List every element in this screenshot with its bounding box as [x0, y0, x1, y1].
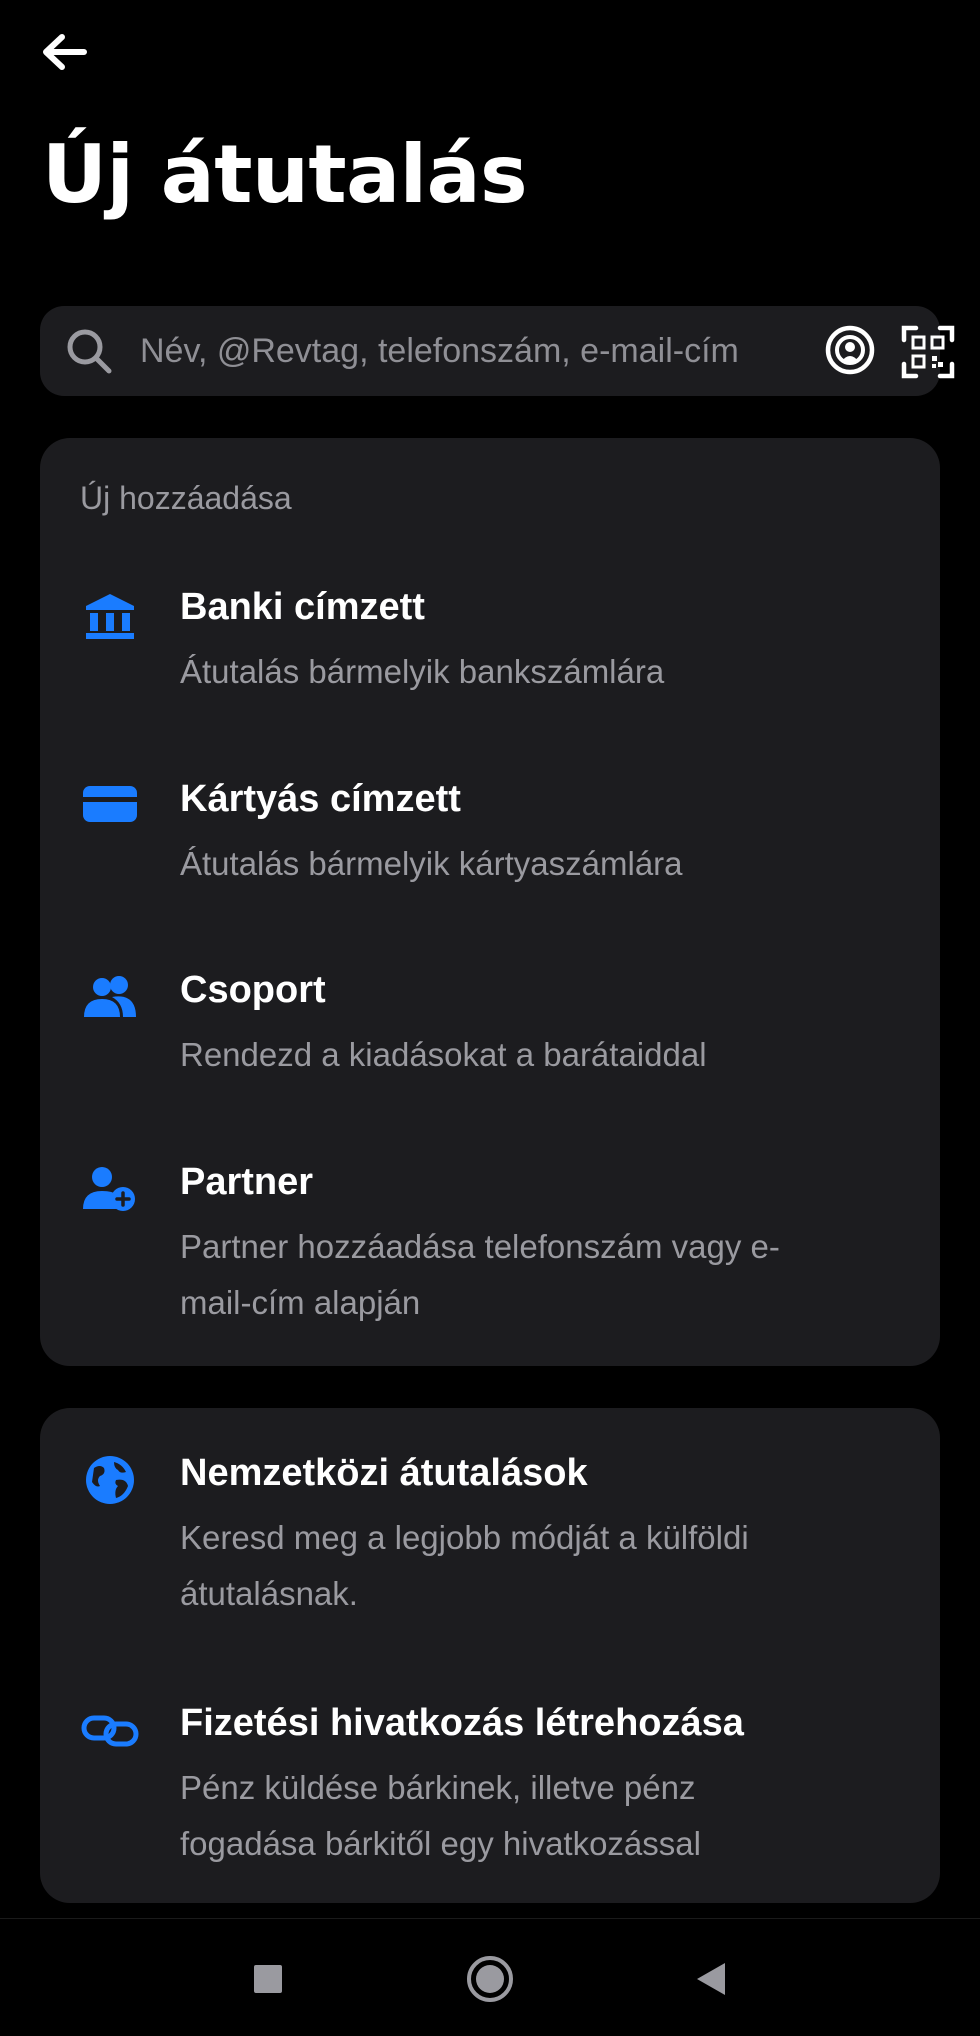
nearby-icon[interactable]: [822, 324, 878, 380]
card-recipient-item[interactable]: Kártyás címzett Átutalás bármelyik kárty…: [40, 778, 940, 898]
other-options-card: Nemzetközi átutalások Keresd meg a legjo…: [40, 1408, 940, 1903]
item-title: Kártyás címzett: [180, 778, 461, 820]
search-input[interactable]: [140, 306, 780, 396]
add-person-icon: [80, 1159, 140, 1219]
home-icon: [467, 1956, 513, 2002]
item-subtitle: Partner hozzáadása telefonszám vagy e-ma…: [180, 1228, 780, 1321]
item-subtitle: Keresd meg a legjobb módját a külföldi á…: [180, 1519, 749, 1612]
international-transfer-item[interactable]: Nemzetközi átutalások Keresd meg a legjo…: [40, 1452, 940, 1622]
item-subtitle: Rendezd a kiadásokat a barátaiddal: [180, 1036, 707, 1073]
item-title: Nemzetközi átutalások: [180, 1452, 588, 1494]
group-icon: [80, 967, 140, 1027]
back-icon: [697, 1963, 725, 1995]
bank-icon: [80, 586, 140, 646]
back-button[interactable]: [36, 28, 92, 76]
payment-link-item[interactable]: Fizetési hivatkozás létrehozása Pénz kül…: [40, 1702, 940, 1872]
group-item[interactable]: Csoport Rendezd a kiadásokat a barátaidd…: [40, 969, 940, 1089]
item-title: Banki címzett: [180, 586, 425, 628]
item-subtitle: Pénz küldése bárkinek, illetve pénz foga…: [180, 1769, 701, 1862]
recents-icon: [254, 1965, 282, 1993]
card-icon: [80, 774, 140, 834]
item-subtitle: Átutalás bármelyik kártyaszámlára: [180, 845, 683, 882]
section-label: Új hozzáadása: [80, 480, 292, 516]
recents-button[interactable]: [238, 1949, 298, 2009]
item-title: Partner: [180, 1161, 314, 1203]
search-icon: [67, 329, 112, 374]
globe-icon: [80, 1450, 140, 1510]
home-button[interactable]: [460, 1949, 520, 2009]
item-title: Fizetési hivatkozás létrehozása: [180, 1702, 744, 1744]
item-subtitle: Átutalás bármelyik bankszámlára: [180, 653, 665, 690]
add-new-card: Új hozzáadása Banki címzett Átutalás bár…: [40, 438, 940, 1366]
qr-code-icon[interactable]: [900, 324, 956, 380]
arrow-left-icon: [43, 34, 87, 70]
item-title: Csoport: [180, 969, 326, 1011]
system-back-button[interactable]: [680, 1949, 740, 2009]
bank-recipient-item[interactable]: Banki címzett Átutalás bármelyik bankszá…: [40, 586, 940, 706]
page-title: Új átutalás: [42, 128, 528, 221]
partner-item[interactable]: Partner Partner hozzáadása telefonszám v…: [40, 1161, 940, 1331]
search-bar[interactable]: [40, 306, 955, 396]
link-icon: [80, 1700, 140, 1760]
system-nav-bar: [0, 1918, 980, 2036]
